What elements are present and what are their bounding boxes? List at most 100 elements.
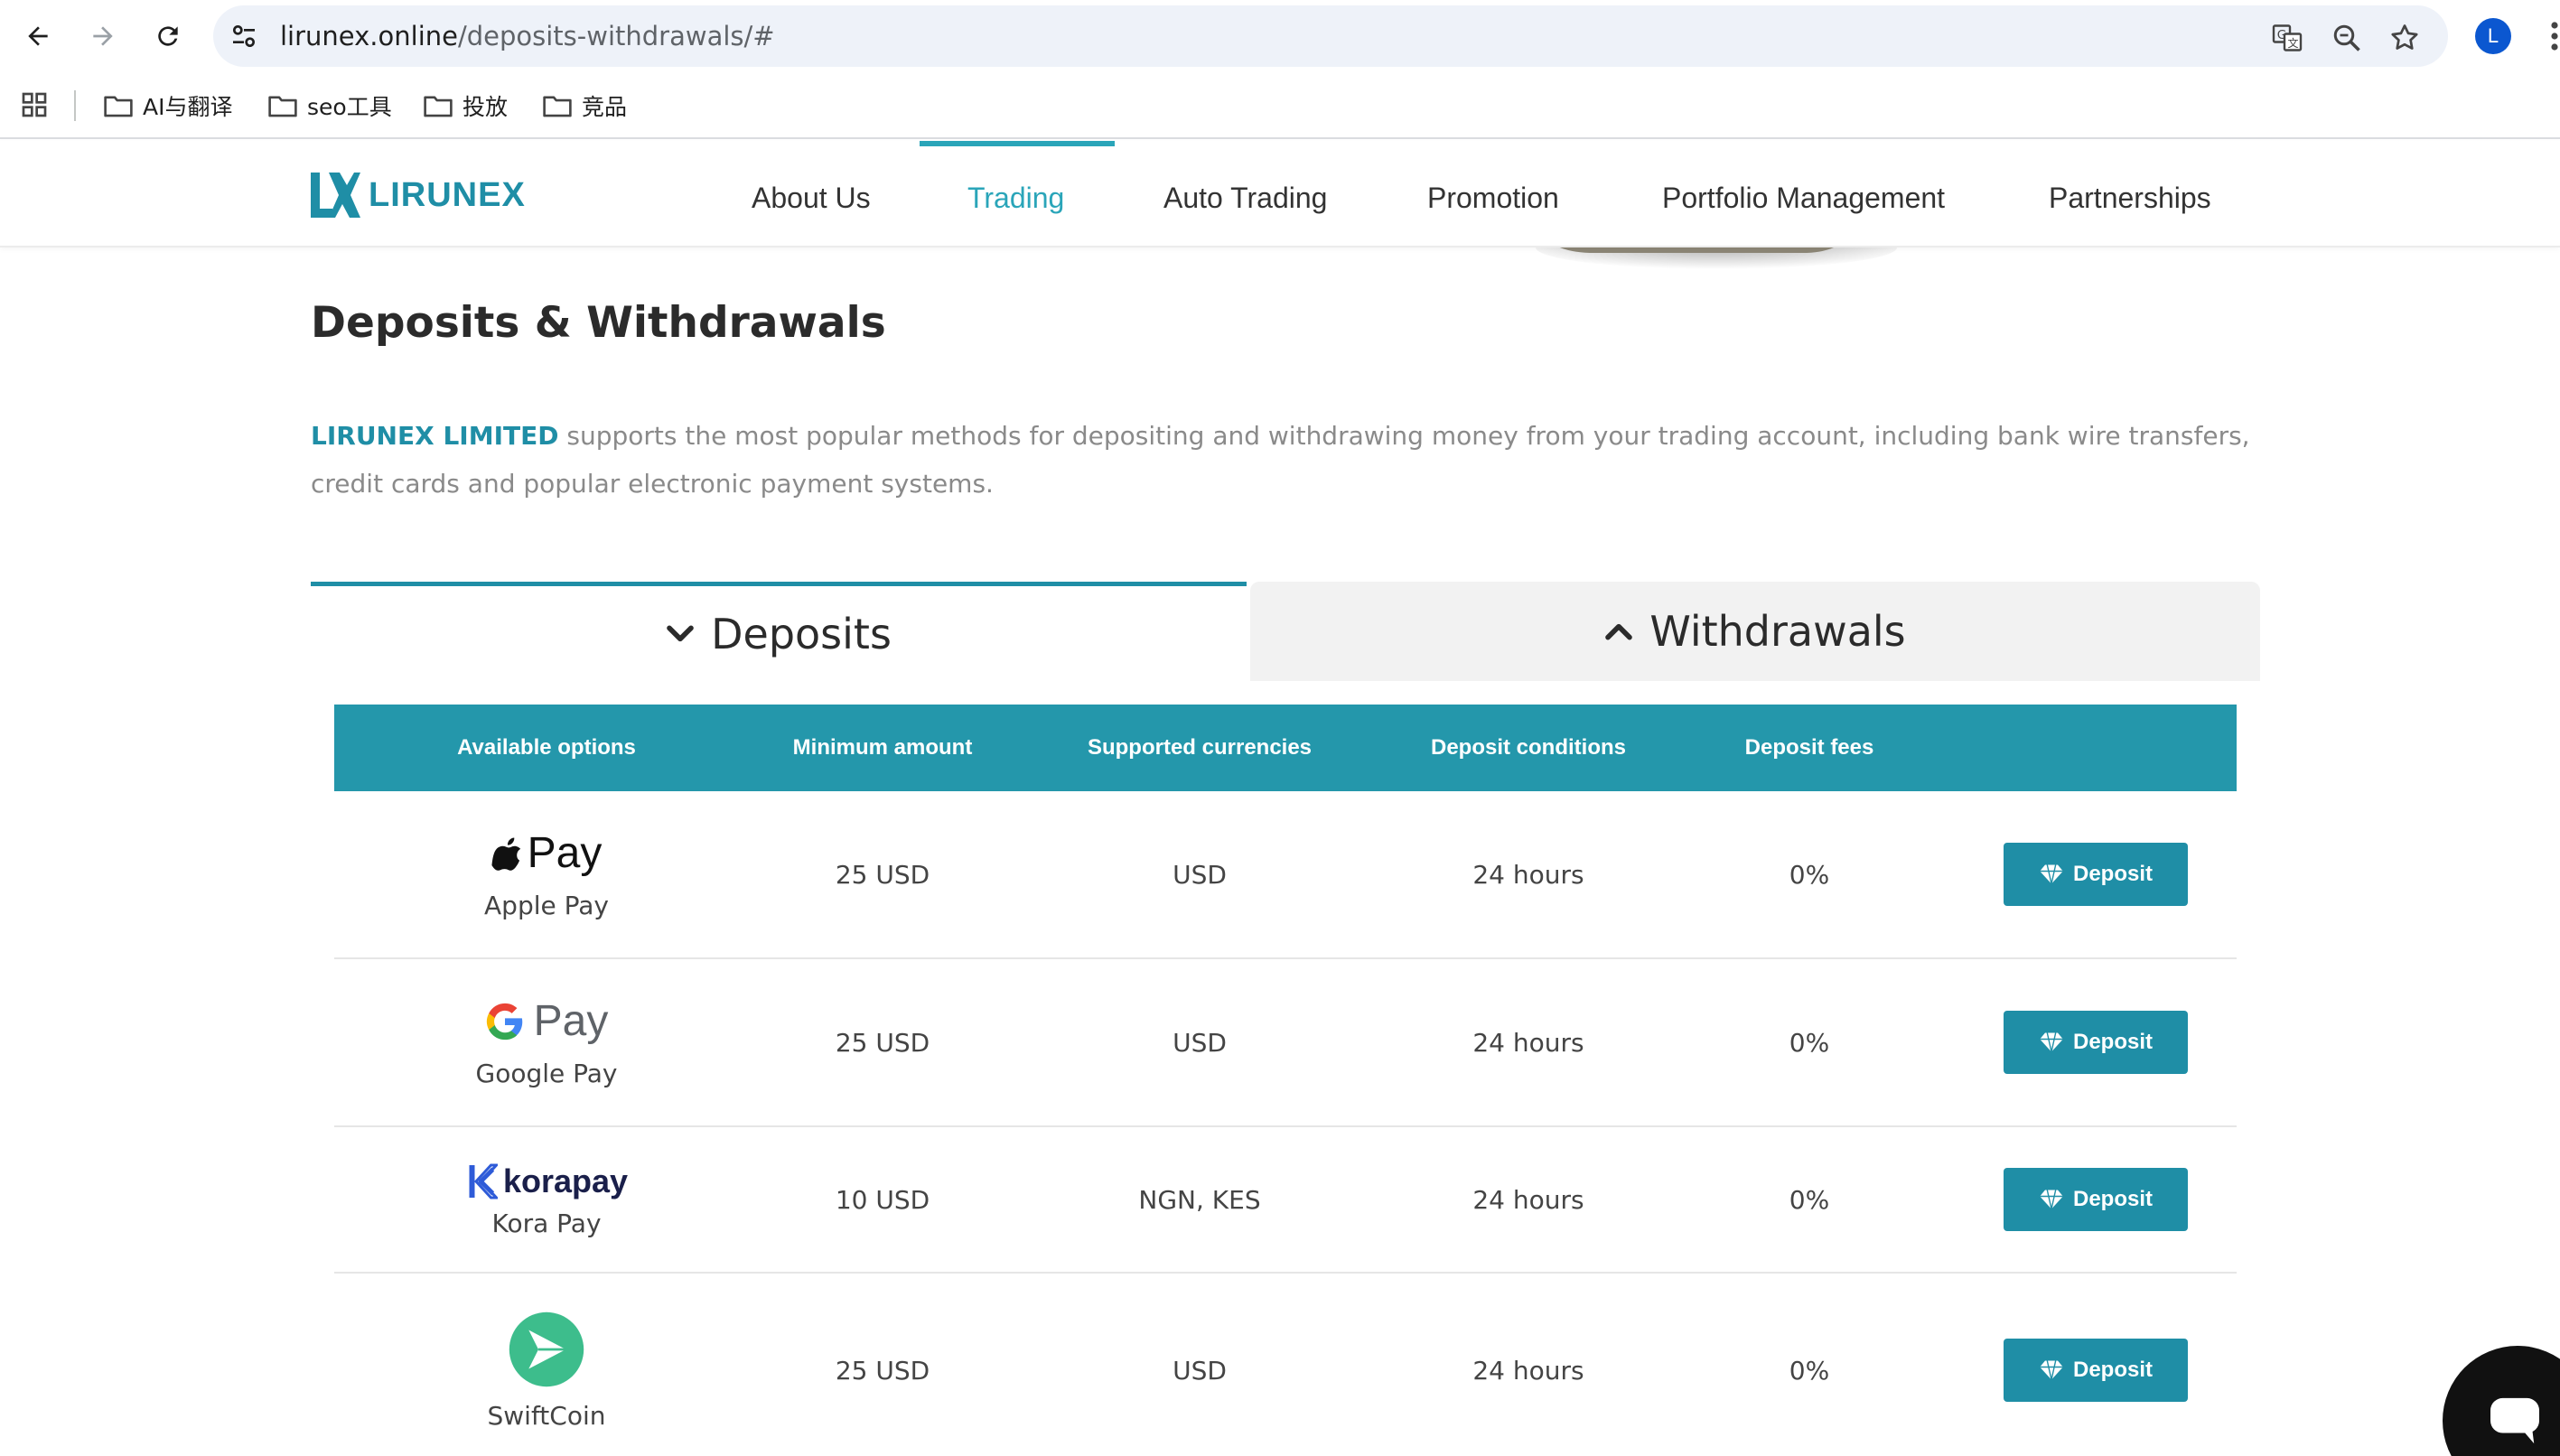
zoom-icon[interactable] (2331, 22, 2363, 54)
chat-bubble-icon (2490, 1397, 2539, 1444)
more-menu-icon[interactable] (2549, 20, 2560, 52)
diamond-icon (2040, 1360, 2063, 1380)
url-text: lirunex.online/deposits-withdrawals/# (280, 5, 775, 67)
option-cell: Pay Apple Pay (334, 791, 759, 957)
folder-icon (543, 96, 572, 117)
option-name: SwiftCoin (487, 1400, 606, 1431)
table-row: SwiftCoin 25 USD USD 24 hours 0% Deposit (334, 1274, 2237, 1456)
folder-icon (268, 96, 297, 117)
minimum-amount: 25 USD (835, 859, 930, 890)
minimum-amount: 25 USD (835, 1027, 930, 1058)
deposit-button-label: Deposit (2072, 1187, 2153, 1211)
swiftcoin-logo (508, 1311, 585, 1388)
table-row: korapay Kora Pay 10 USD NGN, KES 24 hour… (334, 1127, 2237, 1274)
arrow-right-icon (93, 26, 113, 46)
header-available-options: Available options (457, 735, 636, 760)
logo-text: LIRUNEX (369, 175, 526, 214)
deposit-withdrawal-tabs: Deposits Withdrawals (311, 582, 2260, 681)
folder-icon (104, 96, 133, 117)
nav-portfolio-management[interactable]: Portfolio Management (1662, 141, 1945, 247)
bookmarks-divider (74, 90, 76, 121)
deposit-conditions: 24 hours (1472, 1184, 1584, 1215)
korapay-logo: korapay (465, 1162, 628, 1201)
option-cell: korapay Kora Pay (334, 1127, 759, 1272)
deposit-conditions: 24 hours (1472, 859, 1584, 890)
korapay-logo-text: korapay (502, 1162, 629, 1199)
chevron-up-icon (1605, 623, 1633, 640)
header-deposit-conditions: Deposit conditions (1431, 735, 1626, 760)
forward-button[interactable] (83, 16, 123, 56)
diamond-icon (2040, 1032, 2063, 1052)
bookmark-folder-competitors[interactable]: 竞品 (542, 85, 627, 126)
option-name: Apple Pay (484, 891, 609, 920)
bookmarks-bar: AI与翻译 seo工具 投放 竞品 (0, 72, 2560, 139)
deposit-conditions: 24 hours (1472, 1355, 1584, 1386)
url-path: /deposits-withdrawals/# (457, 21, 775, 51)
nav-trading[interactable]: Trading (967, 141, 1064, 247)
deposit-button-kora-pay[interactable]: Deposit (2004, 1168, 2188, 1231)
chevron-down-icon (667, 625, 694, 641)
browser-toolbar: lirunex.online/deposits-withdrawals/# G … (0, 0, 2560, 72)
minimum-amount: 25 USD (835, 1355, 930, 1386)
svg-text:文: 文 (2287, 36, 2298, 50)
deposit-fees: 0% (1789, 859, 1830, 890)
supported-currencies: USD (1173, 1027, 1227, 1058)
nav-auto-trading[interactable]: Auto Trading (1163, 141, 1327, 247)
reload-icon (158, 26, 178, 46)
deposit-button-label: Deposit (2072, 862, 2153, 886)
deposit-fees: 0% (1789, 1355, 1830, 1386)
google-pay-logo-text: Pay (533, 997, 609, 1045)
nav-promotion[interactable]: Promotion (1427, 141, 1559, 247)
translate-icon[interactable]: G 文 (2271, 22, 2303, 54)
lirunex-logo-icon (311, 173, 360, 218)
action-cell: Deposit (1955, 959, 2237, 1125)
arrow-left-icon (28, 26, 48, 46)
folder-icon (424, 96, 453, 117)
deposit-fees: 0% (1789, 1184, 1830, 1215)
deposit-button-label: Deposit (2072, 1030, 2153, 1054)
deposit-button-google-pay[interactable]: Deposit (2004, 1011, 2188, 1074)
option-cell: Pay Google Pay (334, 959, 759, 1125)
site-logo[interactable]: LIRUNEX (309, 170, 526, 220)
url-host: lirunex.online (280, 21, 458, 51)
bookmark-label: seo工具 (307, 94, 392, 120)
header-deposit-fees: Deposit fees (1744, 735, 1874, 760)
option-cell: SwiftCoin (334, 1274, 759, 1456)
reload-button[interactable] (148, 16, 188, 56)
bookmark-label: AI与翻译 (143, 94, 233, 120)
bookmark-folder-ads[interactable]: 投放 (423, 85, 508, 126)
action-cell: Deposit (1955, 1274, 2237, 1456)
table-row: Pay Google Pay 25 USD USD 24 hours 0% De… (334, 959, 2237, 1127)
bookmark-folder-ai[interactable]: AI与翻译 (103, 85, 232, 126)
deposit-button-label: Deposit (2072, 1358, 2153, 1382)
deposit-button-swiftcoin[interactable]: Deposit (2004, 1339, 2188, 1402)
chat-widget-button[interactable] (2443, 1346, 2560, 1456)
tab-deposits[interactable]: Deposits (311, 582, 1247, 681)
tab-withdrawals[interactable]: Withdrawals (1250, 582, 2260, 681)
intro-brand: LIRUNEX LIMITED (311, 421, 559, 451)
address-bar[interactable]: lirunex.online/deposits-withdrawals/# G … (213, 5, 2448, 67)
site-header: LIRUNEX About Us Trading Auto Trading Pr… (0, 141, 2560, 247)
nav-partnerships[interactable]: Partnerships (2049, 141, 2211, 247)
bookmark-label: 投放 (462, 94, 509, 120)
profile-avatar[interactable]: L (2475, 18, 2511, 54)
table-header: Available options Minimum amount Support… (334, 705, 2237, 791)
action-cell: Deposit (1955, 1127, 2237, 1272)
deposit-button-apple-pay[interactable]: Deposit (2004, 843, 2188, 906)
action-cell: Deposit (1955, 791, 2237, 957)
option-name: Kora Pay (491, 1208, 602, 1238)
google-pay-logo: Pay (485, 996, 609, 1046)
header-supported-currencies: Supported currencies (1087, 735, 1313, 760)
back-button[interactable] (18, 16, 58, 56)
nav-about-us[interactable]: About Us (752, 141, 871, 247)
deposit-fees: 0% (1789, 1027, 1830, 1058)
apps-grid-icon[interactable] (20, 90, 49, 119)
intro-paragraph: LIRUNEX LIMITED supports the most popula… (311, 412, 2253, 508)
site-settings-icon[interactable] (229, 22, 258, 51)
tab-deposits-label: Deposits (711, 609, 892, 658)
bookmark-star-icon[interactable] (2388, 22, 2421, 54)
google-g-icon (486, 1003, 522, 1040)
option-name: Google Pay (475, 1059, 618, 1088)
bookmark-folder-seo[interactable]: seo工具 (267, 85, 392, 126)
swiftcoin-icon (509, 1311, 584, 1386)
